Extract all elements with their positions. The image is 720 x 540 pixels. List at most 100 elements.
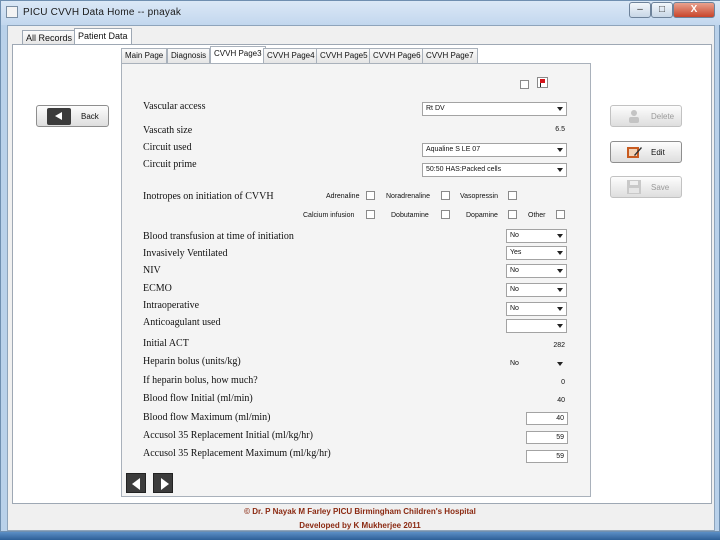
footer-copyright: © Dr. P Nayak M Farley PICU Birmingham C… (244, 507, 476, 516)
vasopressin-checkbox[interactable] (508, 191, 517, 200)
intraoperative-label: Intraoperative (143, 300, 200, 311)
noradrenaline-checkbox[interactable] (441, 191, 450, 200)
circuit-used-dropdown[interactable]: Aqualine S LE 07 (422, 143, 567, 157)
accusol-max-label: Accusol 35 Replacement Maximum (ml/kg/hr… (143, 448, 331, 459)
vascular-access-value: Rt DV (426, 105, 445, 112)
heparin-bolus-value: No (510, 360, 519, 367)
adrenaline-checkbox[interactable] (366, 191, 375, 200)
next-page-button[interactable] (153, 473, 173, 493)
dropdown-arrow-icon (557, 324, 563, 328)
save-button-label: Save (651, 183, 670, 192)
niv-label: NIV (143, 265, 161, 276)
circuit-prime-dropdown[interactable]: 50:50 HAS:Packed cells (422, 163, 567, 177)
ecmo-dropdown[interactable]: No (506, 283, 567, 297)
flag-checkbox[interactable] (520, 80, 529, 89)
vascath-size-field[interactable]: 6.5 (526, 123, 568, 136)
maximize-button[interactable]: □ (651, 2, 673, 18)
circuit-used-label: Circuit used (143, 142, 192, 153)
dropdown-arrow-icon (557, 251, 563, 255)
tab-cvvh-page7[interactable]: CVVH Page7 (422, 48, 478, 63)
vascular-access-dropdown[interactable]: Rt DV (422, 102, 567, 116)
other-label: Other (528, 212, 546, 219)
vasopressin-label: Vasopressin (460, 193, 499, 200)
floppy-disk-icon (627, 180, 641, 194)
intraoperative-dropdown[interactable]: No (506, 302, 567, 316)
minimize-button[interactable]: – (629, 2, 651, 18)
dropdown-arrow-icon (557, 362, 563, 366)
heparin-how-much-field[interactable]: 0 (526, 376, 568, 389)
noradrenaline-label: Noradrenaline (386, 193, 430, 200)
blood-transfusion-label: Blood transfusion at time of initiation (143, 231, 294, 242)
dopamine-label: Dopamine (466, 212, 498, 219)
anticoagulant-label: Anticoagulant used (143, 317, 221, 328)
tab-cvvh-page6[interactable]: CVVH Page6 (369, 48, 425, 63)
initial-act-label: Initial ACT (143, 338, 189, 349)
back-button-label: Back (81, 112, 99, 121)
tab-cvvh-page4[interactable]: CVVH Page4 (263, 48, 319, 63)
delete-button-label: Delete (651, 112, 675, 121)
blood-flow-initial-field[interactable]: 40 (526, 394, 568, 407)
anticoagulant-dropdown[interactable] (506, 319, 567, 333)
app-icon (6, 6, 18, 18)
dropdown-arrow-icon (557, 269, 563, 273)
inotropes-label: Inotropes on initiation of CVVH (143, 191, 274, 202)
tab-main-page[interactable]: Main Page (121, 48, 168, 63)
circuit-prime-value: 50:50 HAS:Packed cells (426, 166, 502, 173)
tab-cvvh-page3[interactable]: CVVH Page3 (210, 46, 266, 63)
accusol-initial-field[interactable]: 59 (526, 431, 568, 444)
circuit-used-value: Aqualine S LE 07 (426, 146, 481, 153)
blood-flow-initial-label: Blood flow Initial (ml/min) (143, 393, 253, 404)
dropdown-arrow-icon (557, 288, 563, 292)
footer-developer: Developed by K Mukherjee 2011 (299, 521, 421, 530)
ecmo-value: No (510, 286, 519, 293)
heparin-bolus-label: Heparin bolus (units/kg) (143, 356, 241, 367)
tab-cvvh-page5[interactable]: CVVH Page5 (316, 48, 372, 63)
vascular-access-label: Vascular access (143, 101, 206, 112)
red-flag-icon[interactable] (537, 77, 548, 88)
dobutamine-checkbox[interactable] (441, 210, 450, 219)
tab-diagnosis[interactable]: Diagnosis (167, 48, 211, 63)
dopamine-checkbox[interactable] (508, 210, 517, 219)
dropdown-arrow-icon (557, 107, 563, 111)
circuit-prime-label: Circuit prime (143, 159, 197, 170)
accusol-max-field[interactable]: 59 (526, 450, 568, 463)
close-button[interactable]: X (673, 2, 715, 18)
taskbar (0, 532, 720, 540)
blood-flow-max-field[interactable]: 40 (526, 412, 568, 425)
previous-page-button[interactable] (126, 473, 146, 493)
heparin-bolus-dropdown[interactable]: No (506, 357, 567, 371)
title-bar: PICU CVVH Data Home -- pnayak – □ X (1, 1, 720, 25)
niv-value: No (510, 267, 519, 274)
dropdown-arrow-icon (557, 168, 563, 172)
intraoperative-value: No (510, 305, 519, 312)
dropdown-arrow-icon (557, 148, 563, 152)
niv-dropdown[interactable]: No (506, 264, 567, 278)
back-arrow-icon (47, 108, 71, 125)
other-checkbox[interactable] (556, 210, 565, 219)
delete-user-icon (629, 110, 639, 123)
save-button[interactable]: Save (610, 176, 682, 198)
invasively-ventilated-dropdown[interactable]: Yes (506, 246, 567, 260)
vascath-size-label: Vascath size (143, 125, 193, 136)
invasively-ventilated-label: Invasively Ventilated (143, 248, 228, 259)
blood-transfusion-dropdown[interactable]: No (506, 229, 567, 243)
edit-pencil-icon (627, 147, 642, 158)
blood-flow-max-label: Blood flow Maximum (ml/min) (143, 412, 271, 423)
edit-button[interactable]: Edit (610, 141, 682, 163)
dobutamine-label: Dobutamine (391, 212, 429, 219)
edit-button-label: Edit (651, 148, 665, 157)
back-button[interactable]: Back (36, 105, 109, 127)
adrenaline-label: Adrenaline (326, 193, 360, 200)
delete-button[interactable]: Delete (610, 105, 682, 127)
heparin-how-much-label: If heparin bolus, how much? (143, 375, 258, 386)
ecmo-label: ECMO (143, 283, 172, 294)
window-title: PICU CVVH Data Home -- pnayak (23, 7, 182, 18)
dropdown-arrow-icon (557, 234, 563, 238)
invasively-ventilated-value: Yes (510, 249, 522, 256)
blood-transfusion-value: No (510, 232, 519, 239)
calcium-infusion-label: Calcium infusion (303, 212, 355, 219)
initial-act-field[interactable]: 282 (526, 339, 568, 352)
accusol-initial-label: Accusol 35 Replacement Initial (ml/kg/hr… (143, 430, 313, 441)
calcium-infusion-checkbox[interactable] (366, 210, 375, 219)
dropdown-arrow-icon (557, 307, 563, 311)
